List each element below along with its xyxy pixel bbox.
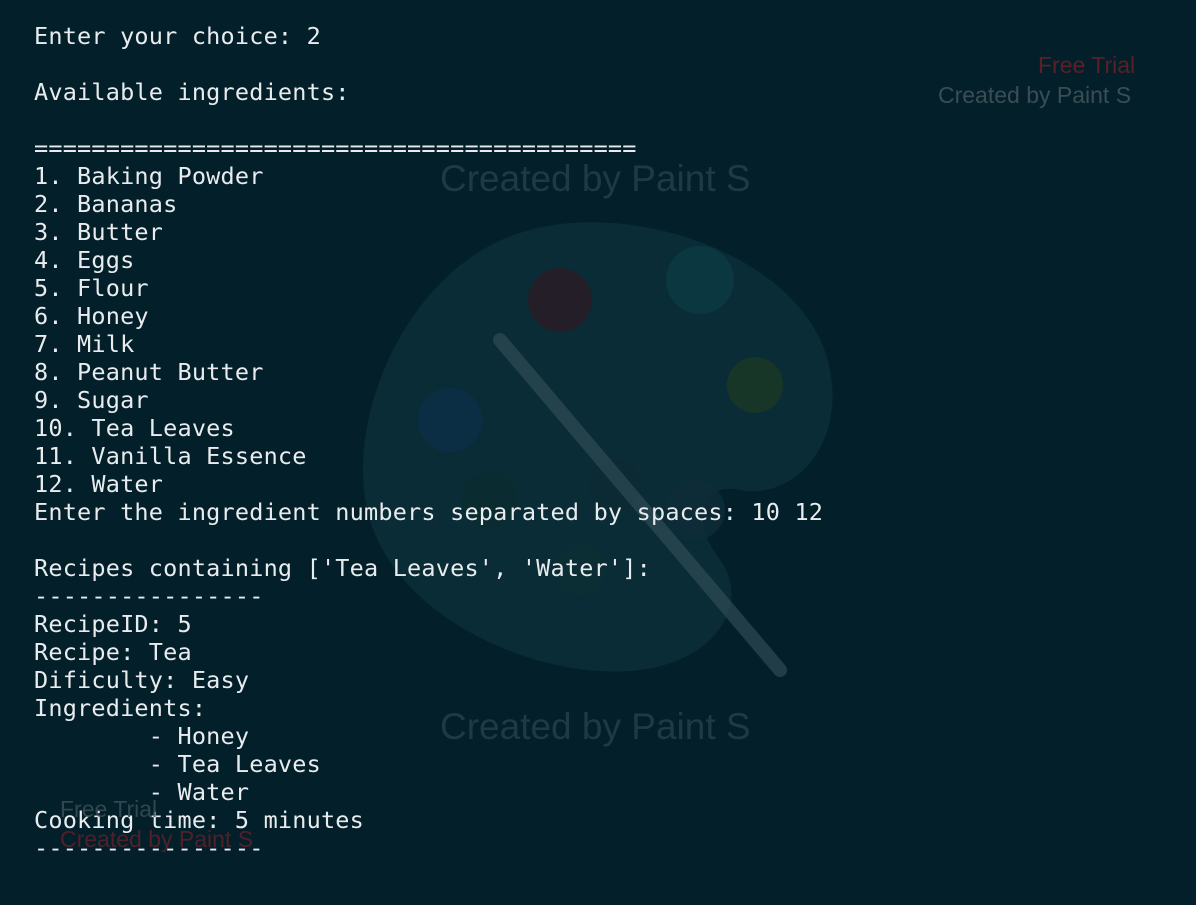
ingredient-item: 1. Baking Powder: [34, 162, 264, 190]
ingredient-item: 5. Flour: [34, 274, 149, 302]
recipe-ingredient: - Tea Leaves: [34, 750, 321, 778]
watermark-free-trial-bottom: Free Trial: [60, 796, 158, 822]
terminal-line: Available ingredients:: [34, 78, 350, 106]
ingredient-item: 9. Sugar: [34, 386, 149, 414]
recipe-ingredient: - Honey: [34, 722, 250, 750]
ingredient-item: 10. Tea Leaves: [34, 414, 235, 442]
recipe-name: Recipe: Tea: [34, 638, 192, 666]
ingredient-item: 12. Water: [34, 470, 164, 498]
recipe-ingredient: - Water: [34, 778, 250, 806]
recipe-difficulty: Dificulty: Easy: [34, 666, 250, 694]
recipe-id: RecipeID: 5: [34, 610, 192, 638]
terminal-separator: ----------------: [34, 582, 264, 610]
watermark-created-by-bottom: Created by Paint S: [60, 826, 254, 852]
ingredient-item: 3. Butter: [34, 218, 164, 246]
ingredient-item: 2. Bananas: [34, 190, 178, 218]
ingredient-item: 8. Peanut Butter: [34, 358, 264, 386]
terminal-line: Enter your choice: 2: [34, 22, 321, 50]
terminal-separator: ========================================…: [34, 134, 637, 162]
ingredient-item: 4. Eggs: [34, 246, 135, 274]
terminal-output: Enter your choice: 2 Available ingredien…: [34, 22, 1196, 905]
ingredient-item: 11. Vanilla Essence: [34, 442, 307, 470]
recipes-heading: Recipes containing ['Tea Leaves', 'Water…: [34, 554, 651, 582]
recipe-ingredients-label: Ingredients:: [34, 694, 207, 722]
ingredient-item: 6. Honey: [34, 302, 149, 330]
ingredient-item: 7. Milk: [34, 330, 135, 358]
terminal-prompt: Enter the ingredient numbers separated b…: [34, 498, 824, 526]
